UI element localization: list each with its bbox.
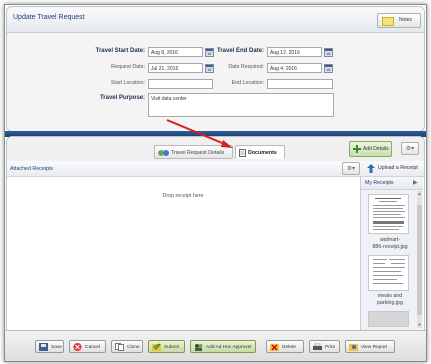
receipt-caption: walmart- 886-receipt.jpg bbox=[363, 237, 417, 251]
receipt-thumbnail[interactable] bbox=[368, 311, 409, 327]
view-report-label: View Report bbox=[361, 345, 388, 350]
scroll-down-icon[interactable]: ▼ bbox=[417, 322, 422, 328]
receipt-caption-line: 886-receipt.jpg bbox=[372, 244, 408, 250]
users-icon bbox=[194, 343, 203, 351]
add-ad-hoc-approver-button[interactable]: Add Ad Hoc Approver bbox=[190, 340, 256, 353]
copy-icon bbox=[115, 343, 124, 351]
scrollbar-thumb[interactable] bbox=[417, 205, 422, 315]
submit-label: Submit bbox=[164, 345, 179, 350]
receipt-caption-line: parking.jpg bbox=[377, 300, 403, 306]
view-report-button[interactable]: View Report bbox=[345, 340, 395, 353]
receipt-thumbnail[interactable] bbox=[368, 255, 409, 291]
cancel-button[interactable]: Cancel bbox=[69, 340, 106, 353]
printer-icon bbox=[313, 342, 322, 351]
save-button[interactable]: Save bbox=[35, 340, 64, 353]
receipt-caption-line: walmart- bbox=[379, 237, 401, 243]
cancel-label: Cancel bbox=[85, 345, 100, 350]
action-footer: Save Cancel Clone Submit Add Ad Hoc Appr… bbox=[5, 330, 426, 361]
cancel-icon bbox=[73, 343, 82, 351]
clone-button[interactable]: Clone bbox=[111, 340, 143, 353]
receipt-caption-line: meals and bbox=[377, 293, 403, 299]
my-receipts-title: My Receipts bbox=[365, 180, 394, 186]
update-travel-request-window: Update Travel Request Notes Travel Start… bbox=[4, 4, 427, 362]
clone-label: Clone bbox=[127, 345, 140, 350]
delete-button[interactable]: Delete bbox=[266, 340, 304, 353]
delete-label: Delete bbox=[282, 345, 296, 350]
floppy-disk-icon bbox=[39, 343, 48, 351]
receipt-thumbnail[interactable] bbox=[368, 194, 409, 234]
receipts-scrollbar[interactable]: ▲ ▼ bbox=[417, 191, 422, 328]
collapse-arrow-icon[interactable]: ▶ bbox=[413, 179, 418, 186]
submit-icon bbox=[152, 343, 161, 351]
receipt-caption: meals and parking.jpg bbox=[363, 293, 417, 307]
scroll-up-icon[interactable]: ▲ bbox=[417, 191, 422, 197]
save-label: Save bbox=[51, 345, 62, 350]
add-ad-hoc-approver-label: Add Ad Hoc Approver bbox=[206, 345, 252, 350]
receipt-drop-zone[interactable]: Drop receipt here bbox=[7, 177, 359, 330]
my-receipts-sidebar: My Receipts ▶ walmart- 886-receipt.jpg m… bbox=[360, 177, 423, 330]
print-button[interactable]: Print bbox=[309, 340, 340, 353]
print-label: Print bbox=[325, 345, 335, 350]
report-icon bbox=[349, 343, 358, 351]
submit-button[interactable]: Submit bbox=[148, 340, 185, 353]
annotation-arrow bbox=[166, 119, 233, 148]
drop-receipt-text: Drop receipt here bbox=[162, 193, 204, 199]
delete-icon bbox=[270, 343, 279, 351]
my-receipts-header: My Receipts ▶ bbox=[361, 177, 423, 190]
